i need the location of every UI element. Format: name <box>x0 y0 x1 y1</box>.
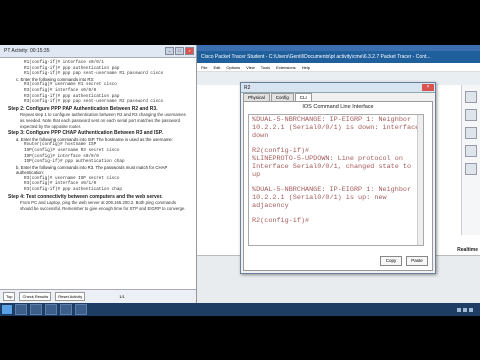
packet-tracer-title: Cisco Packet Tracer Student - C:\Users\G… <box>201 54 431 60</box>
window-controls: – □ × <box>165 47 194 55</box>
reset-activity-button[interactable]: Reset Activity <box>55 292 86 301</box>
network-icon[interactable] <box>457 307 461 312</box>
top-button[interactable]: Top <box>3 292 16 301</box>
r2-dialog-titlebar: R2 × <box>241 83 435 93</box>
menu-view[interactable]: View <box>246 65 255 70</box>
instruction-command: R3(config-if)# ppp pap sent-username R2 … <box>24 99 164 105</box>
windows-taskbar <box>0 303 480 316</box>
cli-output: %DUAL-5-NBRCHANGE: IP-EIGRP 1: Neighbor … <box>252 116 420 226</box>
cli-buttons: Copy Paste <box>380 256 428 266</box>
menu-edit[interactable]: Edit <box>213 65 220 70</box>
common-tools-bar <box>461 85 480 235</box>
letterbox-bottom <box>0 316 480 360</box>
inspect-tool-icon[interactable] <box>465 163 477 175</box>
cli-panel-title: IOS Command Line Interface <box>302 104 374 110</box>
pt-activity-titlebar: PT Activity: 00:15:35 – □ × <box>0 45 196 58</box>
cli-console[interactable]: %DUAL-5-NBRCHANGE: IP-EIGRP 1: Neighbor … <box>248 114 424 246</box>
page-indicator: 1/1 <box>119 294 125 299</box>
volume-icon[interactable] <box>463 307 467 312</box>
folder-icon[interactable] <box>45 304 57 315</box>
step-paragraph: From PC and Laptop, ping the web server … <box>20 200 186 211</box>
instruction-item: b. Enter the following commands into R3.… <box>16 164 168 176</box>
pt-activity-statusbar: Top Check Results Reset Activity 1/1 <box>0 289 196 303</box>
browser-icon[interactable] <box>30 304 42 315</box>
cli-panel: IOS Command Line Interface %DUAL-5-NBRCH… <box>243 101 433 271</box>
menu-options[interactable]: Options <box>226 65 240 70</box>
maximize-icon[interactable]: □ <box>175 47 184 55</box>
select-tool-icon[interactable] <box>465 91 477 103</box>
system-tray <box>457 307 480 312</box>
note-tool-icon[interactable] <box>465 127 477 139</box>
instruction-command: R3(config-if)# ppp authentication chap <box>24 187 122 193</box>
battery-icon[interactable] <box>469 307 473 312</box>
move-tool-icon[interactable] <box>465 109 477 121</box>
r2-dialog-title: R2 <box>244 84 251 91</box>
copy-button[interactable]: Copy <box>380 256 402 266</box>
console-scrollbar[interactable] <box>417 115 423 245</box>
menu-extensions[interactable]: Extensions <box>276 65 296 70</box>
start-button-icon[interactable] <box>2 305 12 314</box>
pt-activity-title: PT Activity: 00:15:35 <box>4 48 50 54</box>
video-frame: PT Activity: 00:15:35 – □ × R1(config-if… <box>0 0 480 360</box>
pt-activity-window: PT Activity: 00:15:35 – □ × R1(config-if… <box>0 45 197 303</box>
packet-tracer-titlebar: Cisco Packet Tracer Student - C:\Users\G… <box>197 51 480 63</box>
step-paragraph: Repeat step 1 to configure authenticatio… <box>20 112 186 129</box>
minimize-icon[interactable]: – <box>165 47 174 55</box>
paste-button[interactable]: Paste <box>406 256 428 266</box>
close-icon[interactable]: × <box>185 47 194 55</box>
desktop: PT Activity: 00:15:35 – □ × R1(config-if… <box>0 45 480 316</box>
r2-device-dialog: R2 × Physical Config CLI IOS Command Lin… <box>240 82 436 274</box>
delete-tool-icon[interactable] <box>465 145 477 157</box>
explorer-icon[interactable] <box>15 304 27 315</box>
close-icon[interactable]: × <box>422 84 434 91</box>
check-results-button[interactable]: Check Results <box>19 292 52 301</box>
instructions-content: R1(config-if)# interface s0/0/1 R1(confi… <box>0 58 196 211</box>
instruction-command: R1(config-if)# ppp pap sent-username R1 … <box>24 71 164 77</box>
menu-tools[interactable]: Tools <box>261 65 270 70</box>
pt-activity-icon[interactable] <box>75 304 87 315</box>
menu-help[interactable]: Help <box>302 65 310 70</box>
step-heading: Step 3: Configure PPP CHAP Authenticatio… <box>8 130 163 137</box>
letterbox-top <box>0 0 480 45</box>
menu-bar: File Edit Options View Tools Extensions … <box>197 63 480 72</box>
menu-file[interactable]: File <box>201 65 207 70</box>
packet-tracer-icon[interactable] <box>60 304 72 315</box>
